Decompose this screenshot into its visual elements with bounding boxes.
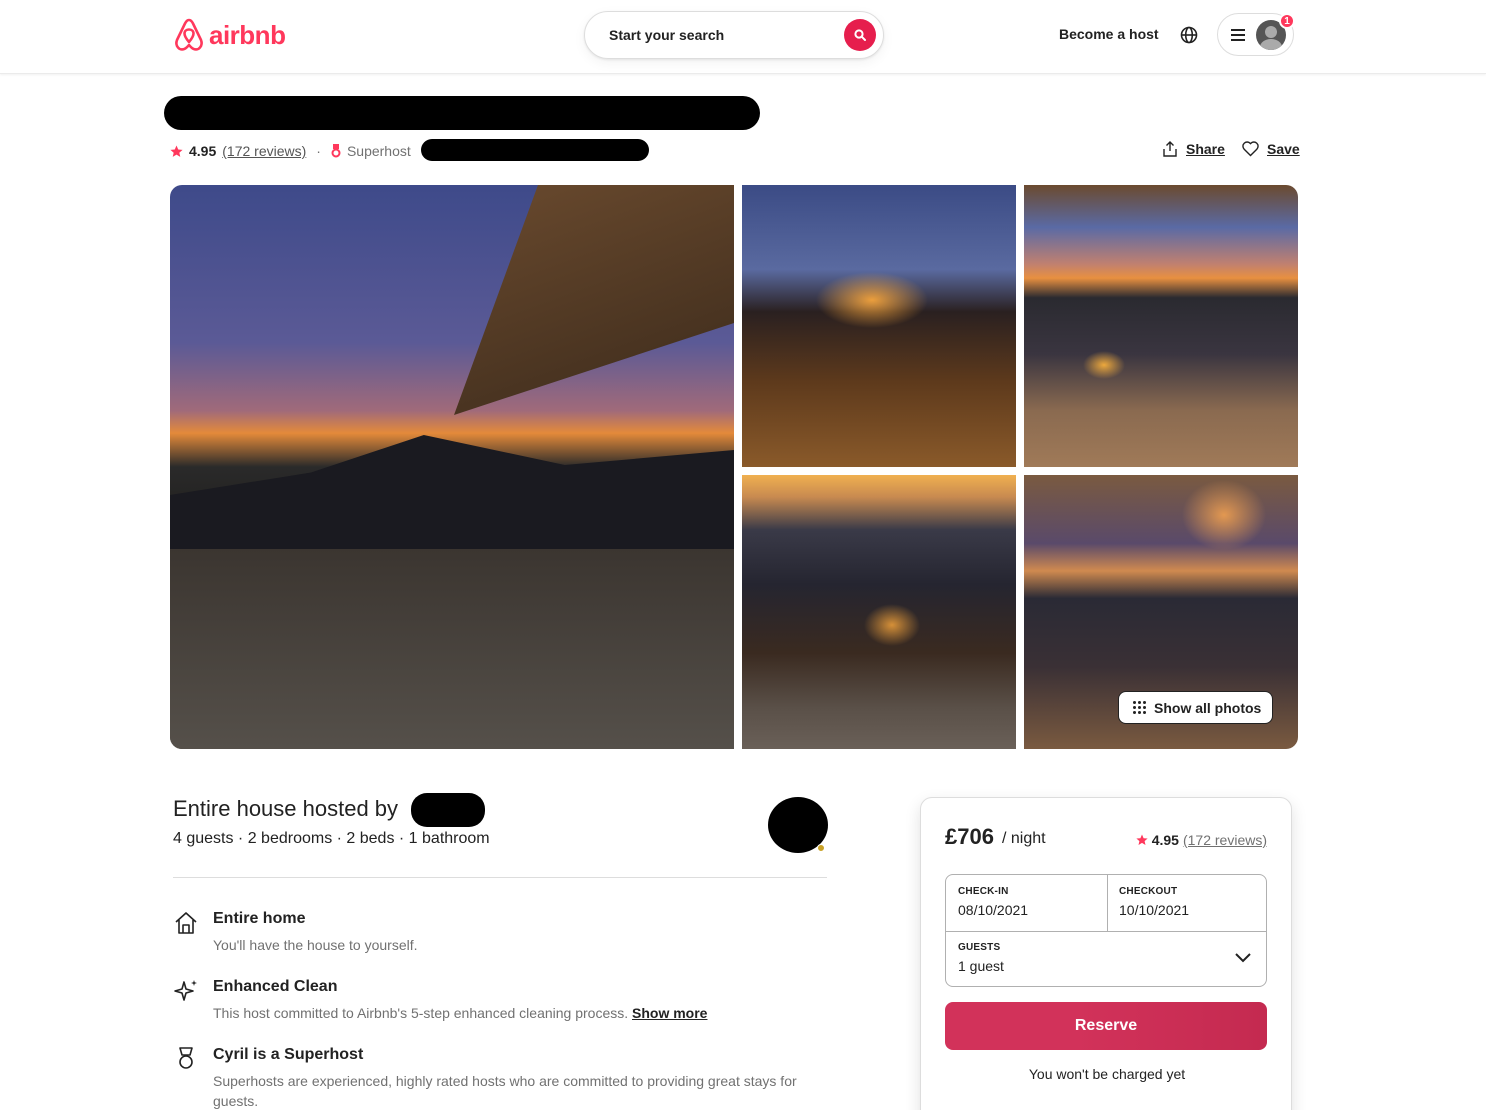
- globe-icon[interactable]: [1179, 25, 1199, 45]
- guests-label: GUESTS: [958, 942, 1001, 953]
- feature-desc: This host committed to Airbnb's 5-step e…: [213, 1003, 833, 1023]
- listing-meta: 4.95 (172 reviews) · Superhost ·: [170, 142, 429, 160]
- checkin-field[interactable]: CHECK-IN 08/10/2021: [946, 875, 1107, 931]
- search-button[interactable]: [844, 19, 876, 51]
- show-all-photos-label: Show all photos: [1154, 699, 1262, 716]
- feature-desc-text: This host committed to Airbnb's 5-step e…: [213, 1005, 629, 1021]
- chevron-down-icon: [1235, 953, 1251, 963]
- hamburger-icon: [1231, 28, 1245, 41]
- card-rating-value: 4.95: [1151, 832, 1179, 848]
- feature-title: Entire home: [213, 910, 306, 927]
- airbnb-logo-icon: [175, 18, 203, 51]
- checkin-label: CHECK-IN: [958, 886, 1009, 897]
- booking-card: £706 / night 4.95 (172 reviews) CHECK-IN…: [920, 797, 1292, 1110]
- sparkle-icon: [174, 980, 197, 1001]
- superhost-label: Superhost: [346, 143, 411, 159]
- share-button[interactable]: Share: [1162, 141, 1225, 157]
- save-button[interactable]: Save: [1242, 141, 1300, 157]
- airbnb-logo[interactable]: airbnb: [173, 18, 286, 52]
- grid-icon: [1133, 701, 1146, 714]
- rating-value: 4.95: [189, 143, 217, 159]
- photo-main[interactable]: [170, 185, 734, 749]
- host-superhost-badge: [817, 844, 825, 852]
- listing-details: 4 guests · 2 bedrooms · 2 beds · 1 bathr…: [173, 830, 490, 847]
- checkout-label: CHECKOUT: [1119, 886, 1178, 897]
- notification-badge: 1: [1279, 13, 1295, 29]
- dates-guests-picker: CHECK-IN 08/10/2021 CHECKOUT 10/10/2021 …: [945, 874, 1267, 987]
- guests-field[interactable]: GUESTS 1 guest: [946, 932, 1266, 987]
- superhost-icon: [331, 144, 341, 158]
- show-more-link[interactable]: Show more: [632, 1005, 707, 1021]
- listing-title-redacted: [164, 96, 760, 130]
- photo-2[interactable]: [742, 185, 1016, 467]
- card-rating: 4.95 (172 reviews): [1136, 832, 1267, 848]
- host-name-redacted: [411, 793, 485, 827]
- host-title: Entire house hosted by: [173, 796, 399, 821]
- show-all-photos-button[interactable]: Show all photos: [1118, 691, 1273, 724]
- not-charged-note: You won't be charged yet: [1028, 1066, 1186, 1082]
- logo-text: airbnb: [209, 19, 286, 50]
- heart-icon: [1242, 141, 1259, 157]
- home-icon: [175, 912, 197, 934]
- photo-3[interactable]: [1024, 185, 1298, 467]
- checkout-field[interactable]: CHECKOUT 10/10/2021: [1108, 875, 1268, 931]
- save-label: Save: [1267, 141, 1300, 157]
- medal-icon: [179, 1047, 193, 1069]
- search-bar[interactable]: Start your search: [584, 11, 884, 59]
- top-header: airbnb Start your search Become a host 1: [0, 0, 1486, 74]
- become-host-link[interactable]: Become a host: [1059, 26, 1159, 42]
- search-icon: [854, 29, 866, 41]
- location-redacted: [421, 139, 649, 161]
- star-icon: [170, 145, 183, 157]
- divider: [173, 877, 827, 878]
- feature-title: Enhanced Clean: [213, 978, 338, 995]
- feature-title: Cyril is a Superhost: [213, 1046, 364, 1063]
- card-reviews-link[interactable]: (172 reviews): [1183, 832, 1267, 848]
- reviews-link[interactable]: (172 reviews): [222, 143, 306, 159]
- feature-desc: You'll have the house to yourself.: [213, 937, 418, 953]
- per-night-label: / night: [1002, 830, 1046, 847]
- nightly-price: £706: [945, 824, 994, 849]
- feature-desc: Superhosts are experienced, highly rated…: [213, 1073, 797, 1109]
- photo-4[interactable]: [742, 475, 1016, 749]
- checkout-value: 10/10/2021: [1119, 902, 1190, 918]
- share-icon: [1163, 141, 1177, 157]
- checkin-value: 08/10/2021: [958, 902, 1029, 918]
- share-label: Share: [1186, 141, 1225, 157]
- guests-value: 1 guest: [958, 958, 1004, 974]
- separator: ·: [316, 143, 321, 159]
- star-icon: [1136, 834, 1148, 845]
- search-placeholder: Start your search: [609, 27, 725, 43]
- reserve-button[interactable]: Reserve: [945, 1002, 1267, 1050]
